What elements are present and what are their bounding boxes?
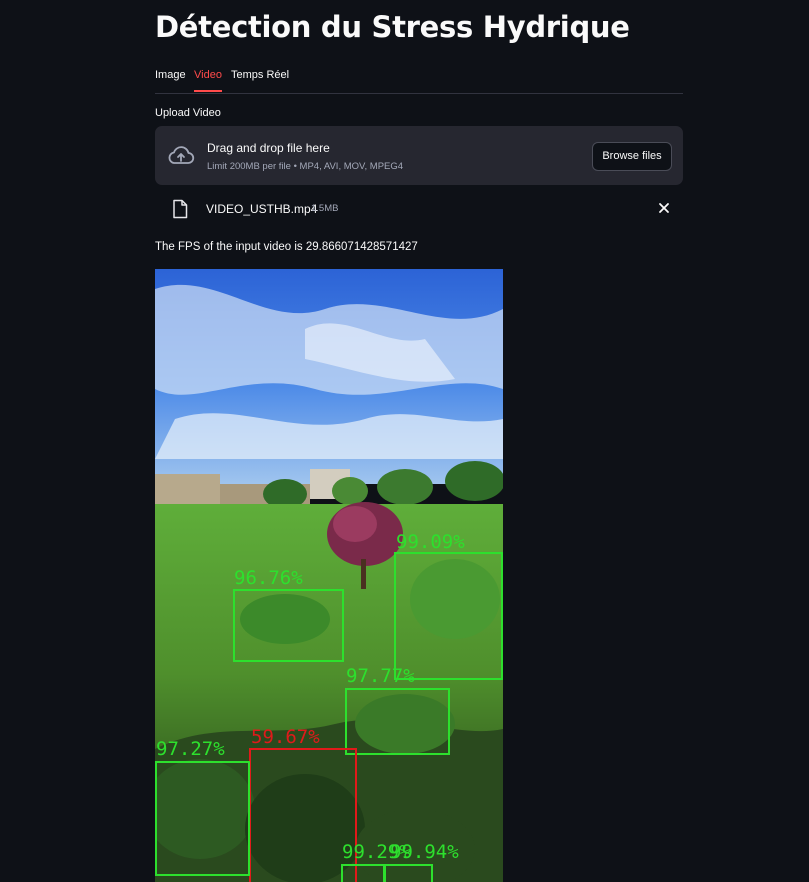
remove-file-icon[interactable] xyxy=(656,200,672,216)
detection-label-7: 99.94% xyxy=(390,841,459,863)
upload-label: Upload Video xyxy=(155,107,221,119)
fps-message: The FPS of the input video is 29.8660714… xyxy=(155,241,418,253)
dropzone-limit: Limit 200MB per file • MP4, AVI, MOV, MP… xyxy=(207,161,404,172)
file-icon xyxy=(173,199,188,219)
uploaded-file-row: VIDEO_USTHB.mp4 1.5MB xyxy=(155,196,683,222)
tab-image[interactable]: Image xyxy=(155,62,186,92)
page-title: Détection du Stress Hydrique xyxy=(155,10,630,44)
video-frame: 99.09% 96.76% 97.77% 59.67% 97.27% 99.29… xyxy=(155,269,503,882)
file-dropzone[interactable]: Drag and drop file here Limit 200MB per … xyxy=(155,126,683,185)
browse-files-button[interactable]: Browse files xyxy=(592,142,672,171)
cloud-upload-icon xyxy=(168,146,195,164)
app-root: Détection du Stress Hydrique Image Video… xyxy=(0,0,809,882)
video-frame-image: 99.09% 96.76% 97.77% 59.67% 97.27% 99.29… xyxy=(155,269,503,882)
detection-label-3: 97.77% xyxy=(346,665,415,687)
detection-label-5: 97.27% xyxy=(156,738,225,760)
uploaded-file-name: VIDEO_USTHB.mp4 xyxy=(206,202,318,216)
detection-label-2: 96.76% xyxy=(234,567,303,589)
dropzone-instructions: Drag and drop file here xyxy=(207,141,330,155)
detection-label-1: 99.09% xyxy=(396,531,465,553)
detection-label-4: 59.67% xyxy=(251,726,320,748)
tab-temps-reel[interactable]: Temps Réel xyxy=(231,62,289,92)
uploaded-file-size: 1.5MB xyxy=(311,203,339,214)
tab-video[interactable]: Video xyxy=(194,62,222,92)
tab-bar: Image Video Temps Réel xyxy=(155,62,683,94)
